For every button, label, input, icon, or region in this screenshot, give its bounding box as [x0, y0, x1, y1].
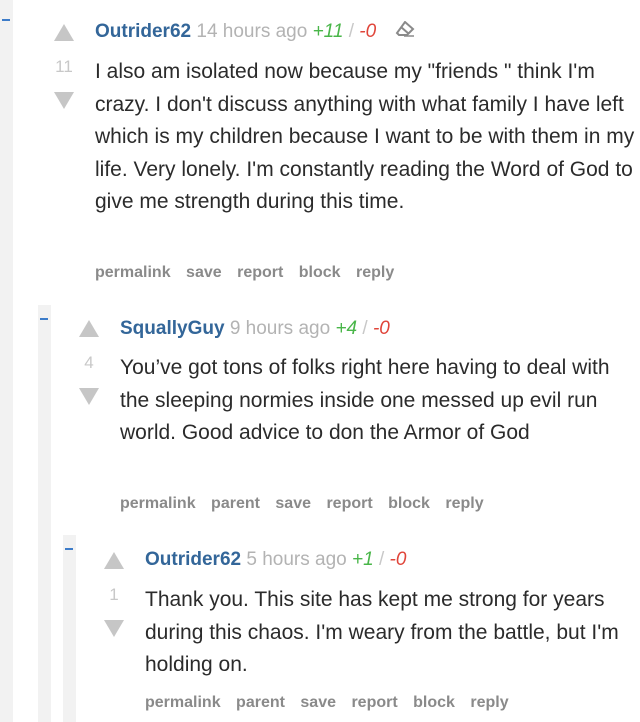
parent-link[interactable]: parent	[236, 694, 285, 711]
comment-meta: Outrider62 5 hours ago +1 / -0	[145, 548, 406, 572]
collapse-bar[interactable]	[0, 0, 13, 722]
comment-actions: permalink save report block reply	[95, 263, 405, 283]
comment-author[interactable]: Outrider62	[145, 549, 241, 570]
permalink-link[interactable]: permalink	[145, 694, 221, 711]
downvote-arrow-icon[interactable]	[79, 388, 99, 405]
upvote-count: +4	[335, 318, 358, 339]
comment-actions: permalink parent save report block reply	[145, 693, 520, 713]
save-link[interactable]: save	[186, 264, 222, 281]
downvote-count: -0	[372, 318, 390, 339]
comment-body: I also am isolated now because my "frien…	[95, 60, 635, 213]
permalink-link[interactable]: permalink	[120, 495, 196, 512]
comment-time: 9 hours ago	[229, 318, 331, 339]
upvote-arrow-icon[interactable]	[79, 320, 99, 337]
comment-time: 14 hours ago	[196, 21, 308, 43]
comment-score: 1	[109, 585, 119, 604]
save-link[interactable]: save	[300, 694, 336, 711]
downvote-arrow-icon[interactable]	[104, 620, 124, 637]
collapse-toggle[interactable]	[65, 548, 73, 550]
block-link[interactable]: block	[299, 264, 341, 281]
reply-link[interactable]: reply	[445, 495, 483, 512]
upvote-arrow-icon[interactable]	[104, 552, 124, 569]
report-link[interactable]: report	[237, 264, 283, 281]
upvote-count: +11	[312, 21, 344, 43]
report-link[interactable]: report	[351, 694, 397, 711]
comment-actions: permalink parent save report block reply	[120, 494, 495, 514]
permalink-link[interactable]: permalink	[95, 264, 171, 281]
collapse-bar[interactable]	[38, 305, 51, 722]
collapse-bar[interactable]	[63, 535, 76, 722]
comment-body: You’ve got tons of folks right here havi…	[120, 356, 610, 444]
comment-meta: SquallyGuy 9 hours ago +4 / -0	[120, 317, 390, 341]
comment-time: 5 hours ago	[246, 549, 347, 570]
reply-link[interactable]: reply	[356, 264, 394, 281]
report-link[interactable]: report	[326, 495, 372, 512]
eraser-icon[interactable]	[395, 20, 415, 44]
vote-separator: /	[348, 21, 354, 43]
comment-body: Thank you. This site has kept me strong …	[145, 588, 619, 676]
comment-author[interactable]: SquallyGuy	[120, 318, 225, 339]
vote-separator: /	[362, 318, 368, 339]
downvote-count: -0	[359, 21, 377, 43]
comment-score: 11	[55, 57, 73, 76]
downvote-count: -0	[389, 549, 407, 570]
block-link[interactable]: block	[413, 694, 455, 711]
save-link[interactable]: save	[275, 495, 311, 512]
collapse-toggle[interactable]	[40, 318, 48, 320]
upvote-arrow-icon[interactable]	[54, 24, 74, 41]
downvote-arrow-icon[interactable]	[54, 92, 74, 109]
parent-link[interactable]: parent	[211, 495, 260, 512]
comment-score: 4	[84, 353, 94, 372]
collapse-toggle[interactable]	[2, 19, 10, 21]
comment-author[interactable]: Outrider62	[95, 21, 191, 42]
comment-meta: Outrider62 14 hours ago +11 / -0	[95, 20, 415, 44]
reply-link[interactable]: reply	[470, 694, 508, 711]
upvote-count: +1	[352, 549, 374, 570]
block-link[interactable]: block	[388, 495, 430, 512]
vote-separator: /	[378, 549, 385, 570]
